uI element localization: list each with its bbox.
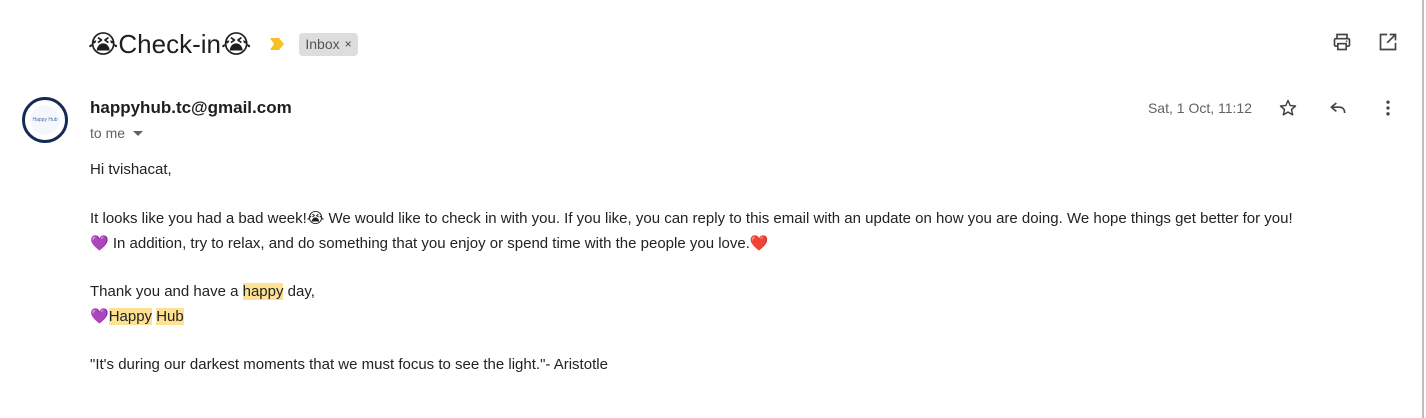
- reply-icon[interactable]: [1326, 96, 1350, 120]
- signature-happy: Happy: [108, 308, 153, 325]
- recipient-text: to me: [90, 125, 126, 141]
- quote: "It's during our darkest moments that we…: [90, 356, 608, 373]
- greeting: Hi tvishacat,: [90, 161, 172, 178]
- body-text-3: In addition, try to relax, and do someth…: [108, 235, 750, 252]
- top-actions: [1330, 30, 1400, 54]
- message-actions: [1276, 96, 1400, 120]
- body-text-2: We would like to check in with you. If y…: [324, 210, 1293, 227]
- email-view: 😭Check-in😭 Inbox × Happy Hub happyhub.tc…: [0, 0, 1424, 418]
- printer-icon[interactable]: [1330, 30, 1354, 54]
- crying-emoji: 😭: [88, 29, 119, 60]
- subject-row: 😭Check-in😭 Inbox ×: [88, 24, 358, 64]
- crying-emoji: 😭: [220, 29, 252, 60]
- importance-marker-icon[interactable]: [269, 37, 285, 51]
- recipient-line: to me: [90, 125, 144, 141]
- subject-text: Check-in: [118, 28, 221, 59]
- chevron-down-icon[interactable]: [133, 130, 144, 136]
- red-heart-emoji: ❤️: [749, 234, 769, 252]
- label-chip-inbox: Inbox ×: [299, 32, 358, 56]
- signature-hub: Hub: [156, 308, 184, 325]
- open-in-new-window-icon[interactable]: [1376, 30, 1400, 54]
- highlighted-word: happy: [242, 283, 284, 300]
- body-text-1: It looks like you had a bad week!: [90, 210, 307, 227]
- body-paragraph: It looks like you had a bad week!😭 We wo…: [90, 206, 1410, 256]
- avatar-logo: Happy Hub: [30, 105, 60, 135]
- closing-text-2: day,: [283, 283, 315, 300]
- email-subject: 😭Check-in😭: [88, 29, 251, 60]
- sender-avatar[interactable]: Happy Hub: [22, 97, 68, 143]
- crying-emoji: 😭: [306, 209, 325, 227]
- more-vert-icon[interactable]: [1376, 96, 1400, 120]
- email-date: Sat, 1 Oct, 11:12: [1147, 100, 1252, 116]
- purple-heart-emoji: 💜: [90, 234, 109, 252]
- star-icon[interactable]: [1276, 96, 1300, 120]
- remove-label-icon[interactable]: ×: [345, 37, 352, 51]
- label-chip-text: Inbox: [305, 35, 340, 52]
- signature: 💜Happy Hub: [90, 304, 1410, 329]
- closing-text-1: Thank you and have a: [90, 283, 243, 300]
- closing-line: Thank you and have a happy day,: [90, 280, 1410, 304]
- purple-heart-emoji: 💜: [90, 307, 109, 325]
- email-body: Hi tvishacat, It looks like you had a ba…: [90, 158, 1410, 377]
- avatar-text: Happy Hub: [32, 117, 58, 123]
- sender-email[interactable]: happyhub.tc@gmail.com: [90, 98, 292, 118]
